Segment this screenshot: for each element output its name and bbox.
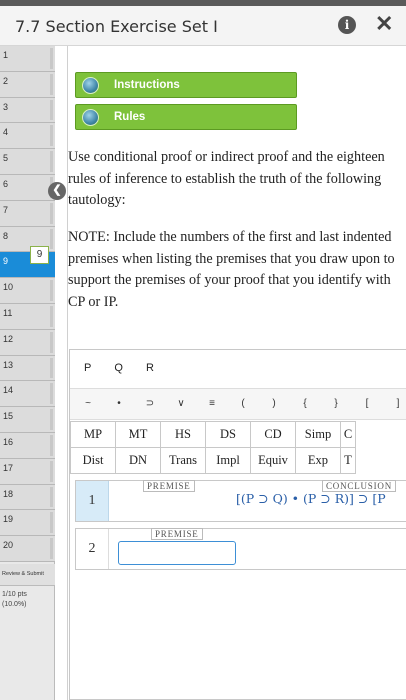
globe-icon bbox=[82, 77, 99, 94]
variable-q[interactable]: Q bbox=[114, 362, 123, 374]
sidebar-item-20[interactable]: 20 bbox=[0, 536, 55, 562]
sidebar-item-16[interactable]: 16 bbox=[0, 432, 55, 459]
rules-label: Rules bbox=[114, 111, 146, 123]
question-text: Use conditional proof or indirect proof … bbox=[68, 149, 385, 209]
symbol-bracket-open[interactable]: [ bbox=[359, 398, 375, 409]
instructions-label: Instructions bbox=[114, 79, 180, 91]
sidebar-item-19[interactable]: 19 bbox=[0, 510, 55, 537]
line-number: 1 bbox=[76, 481, 109, 521]
sidebar-item-4[interactable]: 4 bbox=[0, 123, 55, 150]
chevron-left-icon[interactable]: ❮ bbox=[48, 182, 66, 200]
question-number-tooltip: 9 bbox=[30, 246, 49, 264]
premise-input[interactable] bbox=[118, 541, 236, 565]
proof-editor: P Q R ~ • ⊃ ∨ ≡ ( ) { } [ ] MP MT HS DS … bbox=[69, 349, 406, 700]
symbol-toolbar: ~ • ⊃ ∨ ≡ ( ) { } [ ] bbox=[70, 388, 406, 420]
sidebar-item-7[interactable]: 7 bbox=[0, 200, 55, 227]
rules-table: MP MT HS DS CD Simp C Dist DN Trans Impl… bbox=[70, 421, 356, 474]
rules-row-1: MP MT HS DS CD Simp C bbox=[70, 421, 356, 448]
variable-r[interactable]: R bbox=[146, 362, 154, 374]
points-text: 1/10 pts bbox=[2, 591, 27, 598]
symbol-brace-close[interactable]: } bbox=[328, 398, 344, 409]
symbol-negation[interactable]: ~ bbox=[80, 398, 96, 409]
symbol-brace-open[interactable]: { bbox=[297, 398, 313, 409]
score-display: 1/10 pts (10.0%) bbox=[2, 590, 27, 610]
close-icon[interactable]: ✕ bbox=[375, 11, 393, 37]
title-bar: 7.7 Section Exercise Set I i ✕ bbox=[0, 6, 406, 46]
sidebar-item-15[interactable]: 15 bbox=[0, 407, 55, 433]
sidebar-item-18[interactable]: 18 bbox=[0, 484, 55, 511]
sidebar-item-13[interactable]: 13 bbox=[0, 355, 55, 382]
symbol-conjunction[interactable]: • bbox=[111, 398, 127, 409]
symbol-paren-open[interactable]: ( bbox=[235, 398, 251, 409]
rule-impl[interactable]: Impl bbox=[205, 447, 251, 474]
info-icon[interactable]: i bbox=[338, 16, 356, 34]
rule-exp[interactable]: Exp bbox=[295, 447, 341, 474]
rule-dn[interactable]: DN bbox=[115, 447, 161, 474]
symbol-disjunction[interactable]: ∨ bbox=[173, 398, 189, 409]
rule-cd[interactable]: CD bbox=[250, 421, 296, 448]
globe-icon bbox=[82, 109, 99, 126]
rule-hs[interactable]: HS bbox=[160, 421, 206, 448]
percent-text: (10.0%) bbox=[2, 601, 27, 608]
sidebar-item-17[interactable]: 17 bbox=[0, 458, 55, 485]
note-text: NOTE: Include the numbers of the first a… bbox=[68, 229, 395, 310]
symbol-bracket-close[interactable]: ] bbox=[390, 398, 406, 409]
rule-mt[interactable]: MT bbox=[115, 421, 161, 448]
instructions-button[interactable]: Instructions bbox=[75, 72, 297, 98]
rules-button[interactable]: Rules bbox=[75, 104, 297, 130]
question-list: 1 2 3 4 5 6 7 8 9 10 11 12 13 14 15 16 1… bbox=[0, 46, 55, 562]
symbol-horseshoe[interactable]: ⊃ bbox=[142, 398, 158, 409]
rules-row-2: Dist DN Trans Impl Equiv Exp T bbox=[70, 447, 356, 474]
variable-p[interactable]: P bbox=[84, 362, 91, 374]
sidebar-item-11[interactable]: 11 bbox=[0, 303, 55, 330]
proof-line-2[interactable]: 2 PREMISE bbox=[75, 528, 406, 570]
sidebar-item-14[interactable]: 14 bbox=[0, 381, 55, 408]
rule-trans[interactable]: Trans bbox=[160, 447, 206, 474]
sidebar-item-10[interactable]: 10 bbox=[0, 278, 55, 304]
premise-tag: PREMISE bbox=[151, 528, 203, 540]
sidebar-item-12[interactable]: 12 bbox=[0, 329, 55, 356]
sidebar-item-3[interactable]: 3 bbox=[0, 97, 55, 124]
sidebar-item-6[interactable]: 6 bbox=[0, 174, 55, 201]
premise-tag: PREMISE bbox=[143, 480, 195, 492]
rule-ds[interactable]: DS bbox=[205, 421, 251, 448]
rule-simp[interactable]: Simp bbox=[295, 421, 341, 448]
sidebar-item-5[interactable]: 5 bbox=[0, 149, 55, 175]
sidebar-item-2[interactable]: 2 bbox=[0, 71, 55, 98]
proof-line-1[interactable]: 1 PREMISE CONCLUSION [(P ⊃ Q) • (P ⊃ R)]… bbox=[75, 480, 406, 522]
review-submit-button[interactable]: Review & Submit bbox=[0, 564, 55, 586]
content-divider bbox=[67, 46, 68, 700]
question-sidebar: 1 2 3 4 5 6 7 8 9 10 11 12 13 14 15 16 1… bbox=[0, 46, 55, 700]
rule-mp[interactable]: MP bbox=[70, 421, 116, 448]
sidebar-item-1[interactable]: 1 bbox=[0, 46, 55, 72]
rule-dist[interactable]: Dist bbox=[70, 447, 116, 474]
conclusion-formula: [(P ⊃ Q) • (P ⊃ R)] ⊃ [P bbox=[236, 491, 386, 506]
symbol-equivalence[interactable]: ≡ bbox=[204, 398, 220, 409]
line-number: 2 bbox=[76, 529, 109, 569]
symbol-paren-close[interactable]: ) bbox=[266, 398, 282, 409]
rule-equiv[interactable]: Equiv bbox=[250, 447, 296, 474]
variable-list: P Q R bbox=[84, 362, 174, 374]
rule-row1-cut[interactable]: C bbox=[340, 421, 356, 448]
rule-row2-cut[interactable]: T bbox=[340, 447, 356, 474]
window-title: 7.7 Section Exercise Set I bbox=[15, 17, 218, 36]
